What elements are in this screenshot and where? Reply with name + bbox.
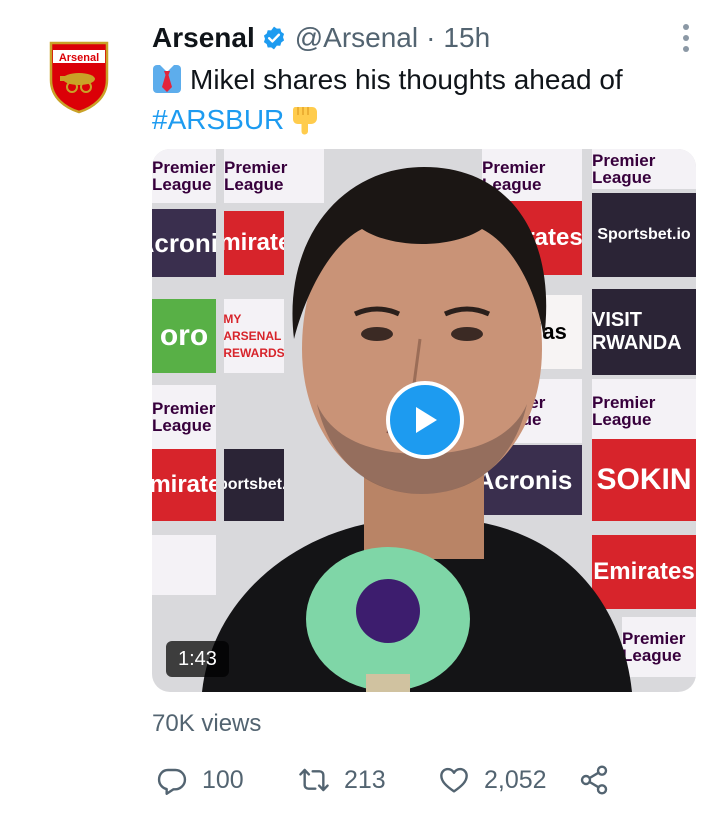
tweet-header: Arsenal @Arsenal · 15h	[152, 18, 490, 58]
video-duration: 1:43	[166, 641, 229, 677]
hashtag-link[interactable]: #ARSBUR	[152, 104, 284, 135]
necktie-emoji	[153, 65, 181, 93]
retweet-button[interactable]: 213	[298, 760, 386, 800]
avatar[interactable]: Arsenal	[40, 38, 118, 116]
tweet[interactable]: Arsenal Arsenal @Arsenal · 15h Mikel sha…	[0, 0, 720, 822]
arsenal-crest-icon: Arsenal	[49, 41, 109, 114]
separator-dot: ·	[426, 22, 436, 53]
author-handle[interactable]: @Arsenal	[295, 22, 418, 54]
action-bar: 100 213 2,052	[152, 760, 632, 800]
more-icon[interactable]	[682, 24, 690, 52]
tweet-timestamp[interactable]: 15h	[443, 22, 490, 54]
play-button[interactable]	[386, 381, 464, 459]
pointing-down-emoji	[293, 107, 318, 135]
video-player[interactable]: Premier League Premier League Premier Le…	[152, 149, 696, 692]
reply-count: 100	[202, 765, 244, 794]
share-button[interactable]	[578, 760, 610, 800]
author-name[interactable]: Arsenal	[152, 22, 255, 54]
play-icon	[416, 407, 437, 433]
share-icon	[580, 765, 608, 795]
reply-button[interactable]: 100	[156, 760, 244, 800]
verified-badge-icon	[263, 26, 284, 50]
tweet-text: Mikel shares his thoughts ahead of #ARSB…	[152, 60, 692, 140]
retweet-count: 213	[344, 765, 386, 794]
tweet-text-main: Mikel shares his thoughts ahead of	[190, 64, 623, 95]
like-icon	[440, 767, 468, 793]
view-count[interactable]: 70K views	[152, 710, 261, 738]
like-count: 2,052	[484, 765, 547, 794]
retweet-icon	[299, 768, 329, 792]
crest-text: Arsenal	[59, 52, 99, 64]
reply-icon	[157, 768, 187, 795]
like-button[interactable]: 2,052	[438, 760, 547, 800]
